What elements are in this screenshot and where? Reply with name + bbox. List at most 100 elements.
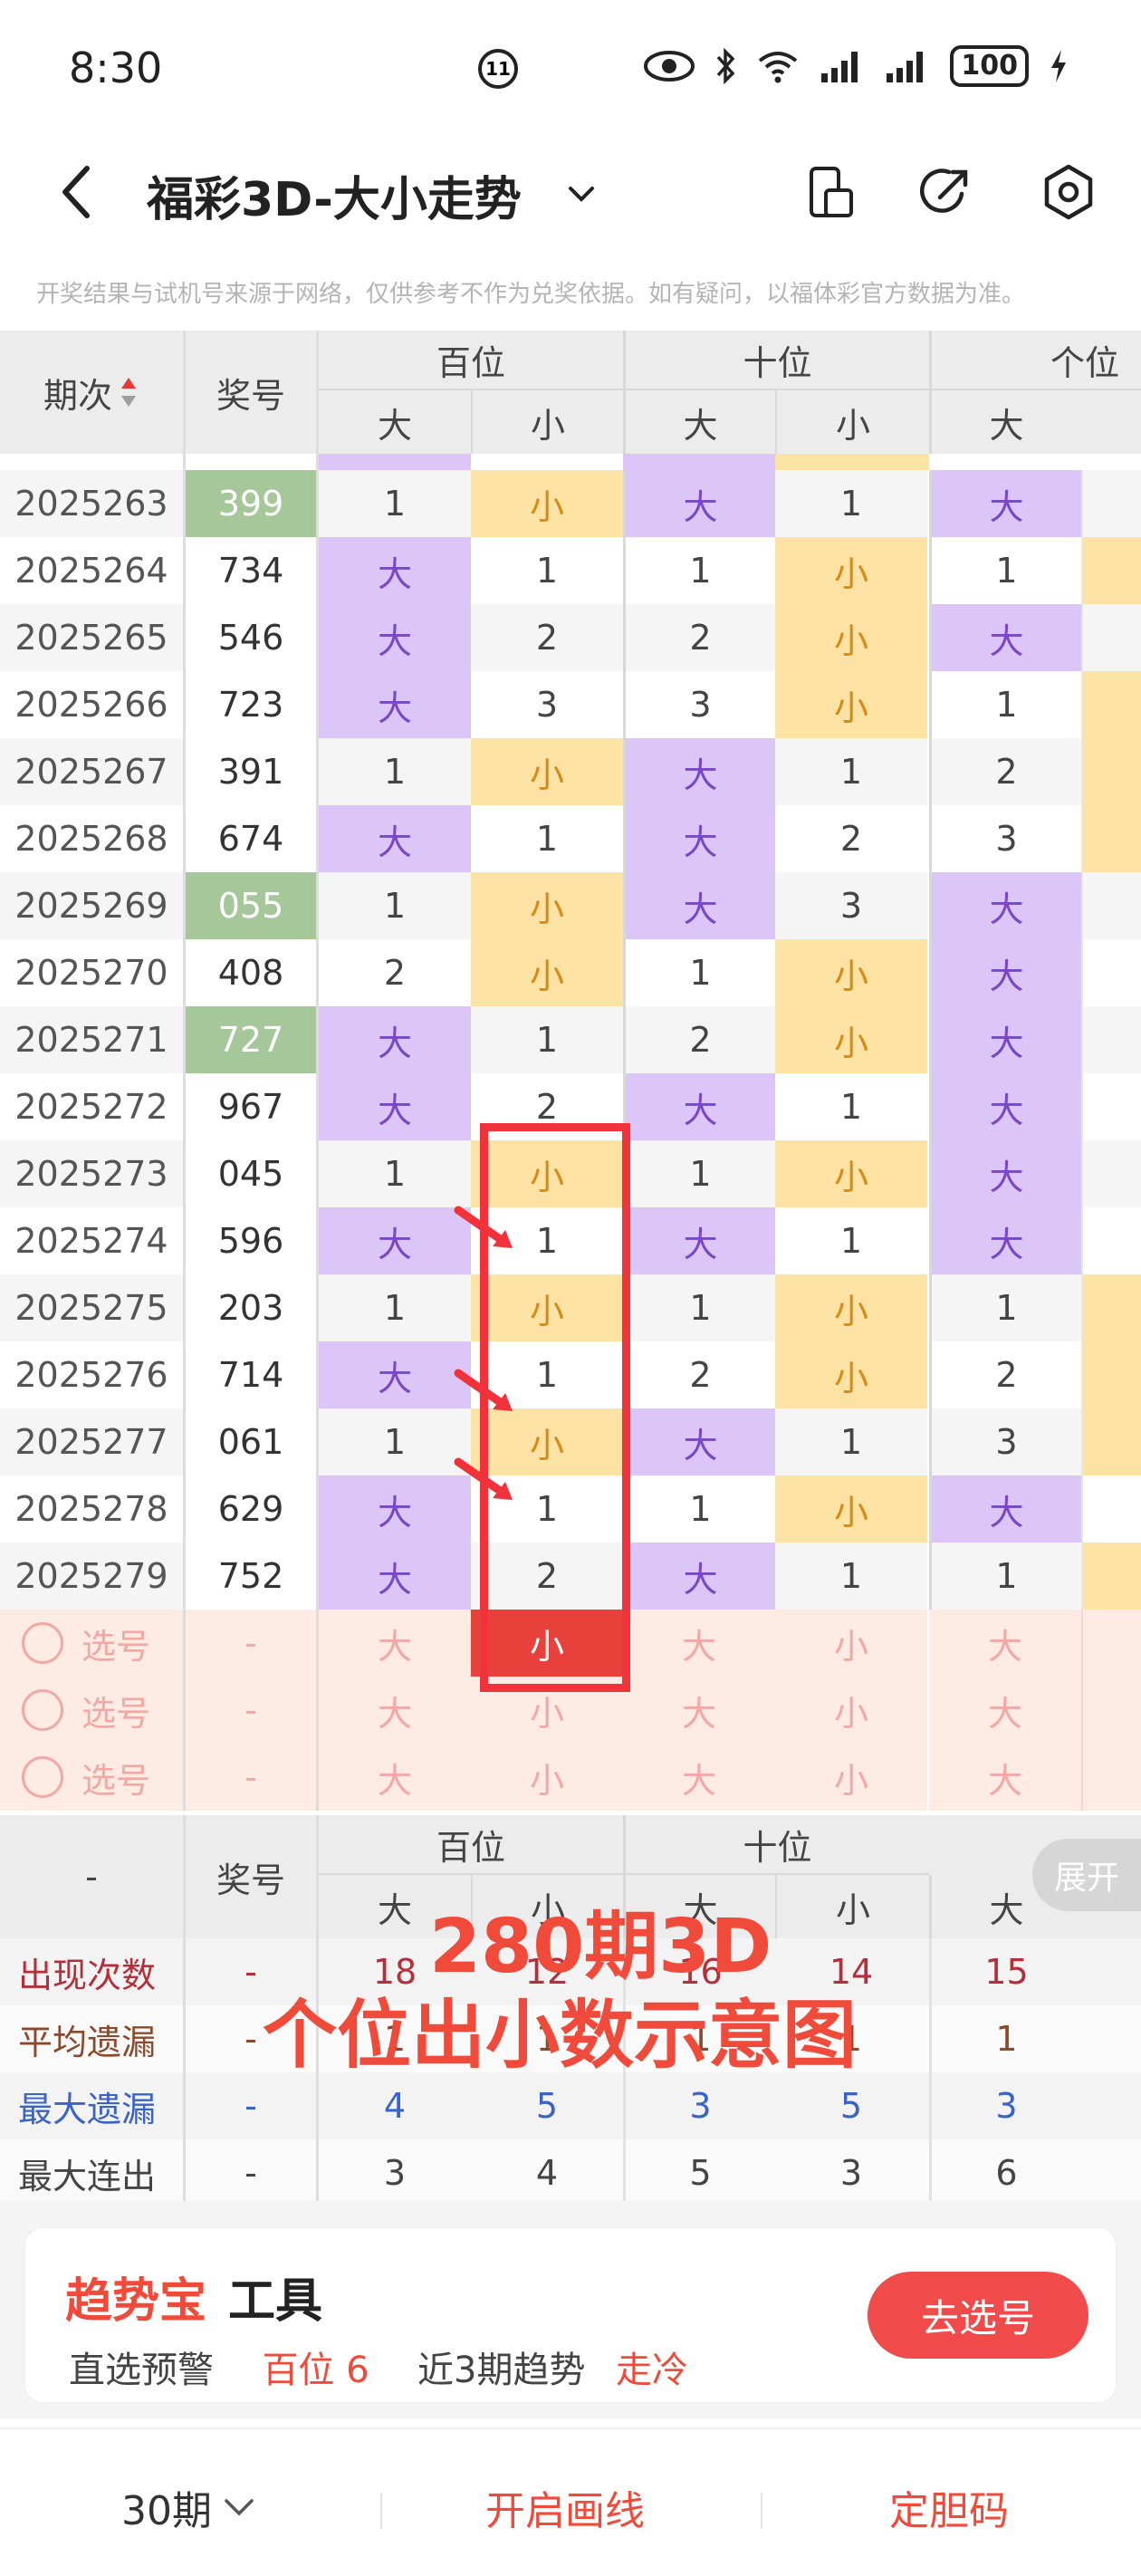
trend-cell: 3: [471, 671, 623, 738]
select-cell[interactable]: 大: [929, 1677, 1081, 1744]
stats-dash: -: [85, 1857, 98, 1897]
period-cell: 2025264: [0, 537, 183, 604]
tens-small-header: 小: [775, 390, 929, 454]
period-cell: 2025269: [0, 872, 183, 939]
trend-cell: 小: [775, 1006, 927, 1073]
stats-tens-small: 小: [775, 1875, 929, 1938]
trend-cell: 1: [929, 537, 1081, 604]
select-cell[interactable]: 大: [319, 1610, 471, 1677]
trend-cell: 小: [471, 470, 623, 537]
alarm-icon: 11: [478, 49, 518, 89]
trend-cell: 2: [623, 604, 775, 671]
select-dash: -: [183, 1744, 319, 1811]
period-header[interactable]: 期次: [0, 331, 183, 454]
page-title[interactable]: 福彩3D-大小走势: [147, 161, 522, 229]
expand-button[interactable]: 展开: [1032, 1839, 1141, 1911]
stats-value: 6: [929, 2139, 1081, 2206]
stats-value: 5: [839, 2086, 863, 2126]
tool-hundreds-value: 百位 6: [262, 2350, 369, 2391]
back-icon[interactable]: [54, 163, 100, 221]
trend-cell: 1: [775, 1073, 927, 1140]
select-row[interactable]: 选号 - 大小大小大: [0, 1744, 1141, 1811]
select-number-cell[interactable]: 选号: [0, 1677, 183, 1744]
select-cell[interactable]: 大: [929, 1744, 1081, 1811]
select-cell[interactable]: 大: [623, 1744, 775, 1811]
select-cell[interactable]: 大: [623, 1610, 775, 1677]
select-number-cell[interactable]: 选号: [0, 1744, 183, 1811]
trend-cell: 大: [623, 872, 775, 939]
arrow-icon-2: [454, 1369, 513, 1411]
trend-cell: 大: [319, 1543, 471, 1610]
trend-cell: 2: [319, 939, 471, 1006]
stats-number-header: 奖号: [183, 1815, 319, 1938]
trend-cell: 1: [319, 872, 471, 939]
select-cell[interactable]: 大: [929, 1610, 1081, 1677]
trend-cell: 1: [775, 470, 927, 537]
go-select-button[interactable]: 去选号: [868, 2272, 1088, 2359]
screen-rotate-icon[interactable]: [802, 163, 860, 221]
trend-cell: 小: [775, 1341, 927, 1408]
trend-cell: 小: [775, 939, 927, 1006]
radio-circle-icon[interactable]: [22, 1756, 63, 1798]
sort-icon[interactable]: [118, 374, 139, 410]
ones-small-cell: [1081, 1408, 1141, 1475]
stats-row: 最大连出 - 3 4 5 3 6: [0, 2139, 1141, 2206]
select-cell[interactable]: 大: [623, 1677, 775, 1744]
stats-label: 平均遗漏: [18, 2022, 157, 2062]
ones-header: 个位: [929, 331, 1141, 390]
number-header: 奖号: [183, 331, 319, 454]
ones-small-cell: [1081, 1341, 1141, 1408]
select-cell[interactable]: 小: [775, 1610, 927, 1677]
stats-value: 4: [383, 2086, 407, 2126]
trend-cell: 1: [319, 1140, 471, 1207]
select-label: 选号: [82, 1760, 151, 1801]
number-cell: 714: [183, 1341, 319, 1408]
table-row: 2025266 723 大 3 3 小 1: [0, 671, 1141, 738]
signal-icon: [820, 48, 865, 84]
stats-value: 3: [839, 2153, 863, 2193]
period-cell: 2025279: [0, 1543, 183, 1610]
radio-circle-icon[interactable]: [22, 1622, 63, 1664]
ones-small-cell: [1081, 537, 1141, 604]
stats-value: 3: [623, 2072, 775, 2139]
dan-code-button[interactable]: 定胆码: [889, 2478, 1009, 2536]
tool-trend-label: 近3期趋势: [417, 2350, 586, 2391]
radio-circle-icon[interactable]: [22, 1689, 63, 1731]
stats-tens-header: 十位: [623, 1815, 929, 1875]
number-cell: 546: [183, 604, 319, 671]
trend-cell: 2: [623, 1006, 775, 1073]
select-cell[interactable]: 小: [775, 1744, 927, 1811]
tool-line-prefix: 直选预警: [69, 2350, 214, 2391]
settings-icon[interactable]: [1040, 163, 1098, 221]
select-number-cell[interactable]: 选号: [0, 1610, 183, 1677]
trend-cell: 3: [929, 805, 1081, 872]
trend-cell: 大: [623, 1543, 775, 1610]
trend-cell: 大: [623, 1408, 775, 1475]
share-icon[interactable]: [916, 163, 974, 221]
period-selector[interactable]: 30期: [121, 2478, 257, 2536]
select-cell[interactable]: 大: [319, 1677, 471, 1744]
chevron-down-icon[interactable]: [563, 176, 599, 212]
select-cell[interactable]: 大: [319, 1744, 471, 1811]
draw-line-button[interactable]: 开启画线: [485, 2478, 645, 2536]
trend-cell: 1: [471, 537, 623, 604]
trend-tool-card[interactable]: 趋势宝 工具 直选预警 百位 6 近3期趋势 走冷 去选号: [25, 2228, 1116, 2402]
bluetooth-icon: [714, 46, 736, 86]
trend-cell: 大: [623, 470, 775, 537]
trend-cell: 大: [319, 1073, 471, 1140]
trend-cell: 1: [775, 1543, 927, 1610]
table-row: 2025270 408 2 小 1 小大: [0, 939, 1141, 1006]
number-cell: 596: [183, 1207, 319, 1274]
title-bar: 福彩3D-大小走势: [0, 136, 1141, 248]
select-cell[interactable]: 小: [471, 1744, 623, 1811]
period-cell: 2025266: [0, 671, 183, 738]
ones-small-cell: [1081, 1543, 1141, 1610]
stats-value: 5: [623, 2139, 775, 2206]
period-header-label: 期次: [43, 375, 112, 416]
period-cell: 2025277: [0, 1408, 183, 1475]
trend-cell: 大: [623, 1207, 775, 1274]
trend-cell: 2: [775, 805, 927, 872]
partial-row: [0, 454, 1141, 470]
ones-big-header: 大: [929, 390, 1081, 454]
select-cell[interactable]: 小: [775, 1677, 927, 1744]
